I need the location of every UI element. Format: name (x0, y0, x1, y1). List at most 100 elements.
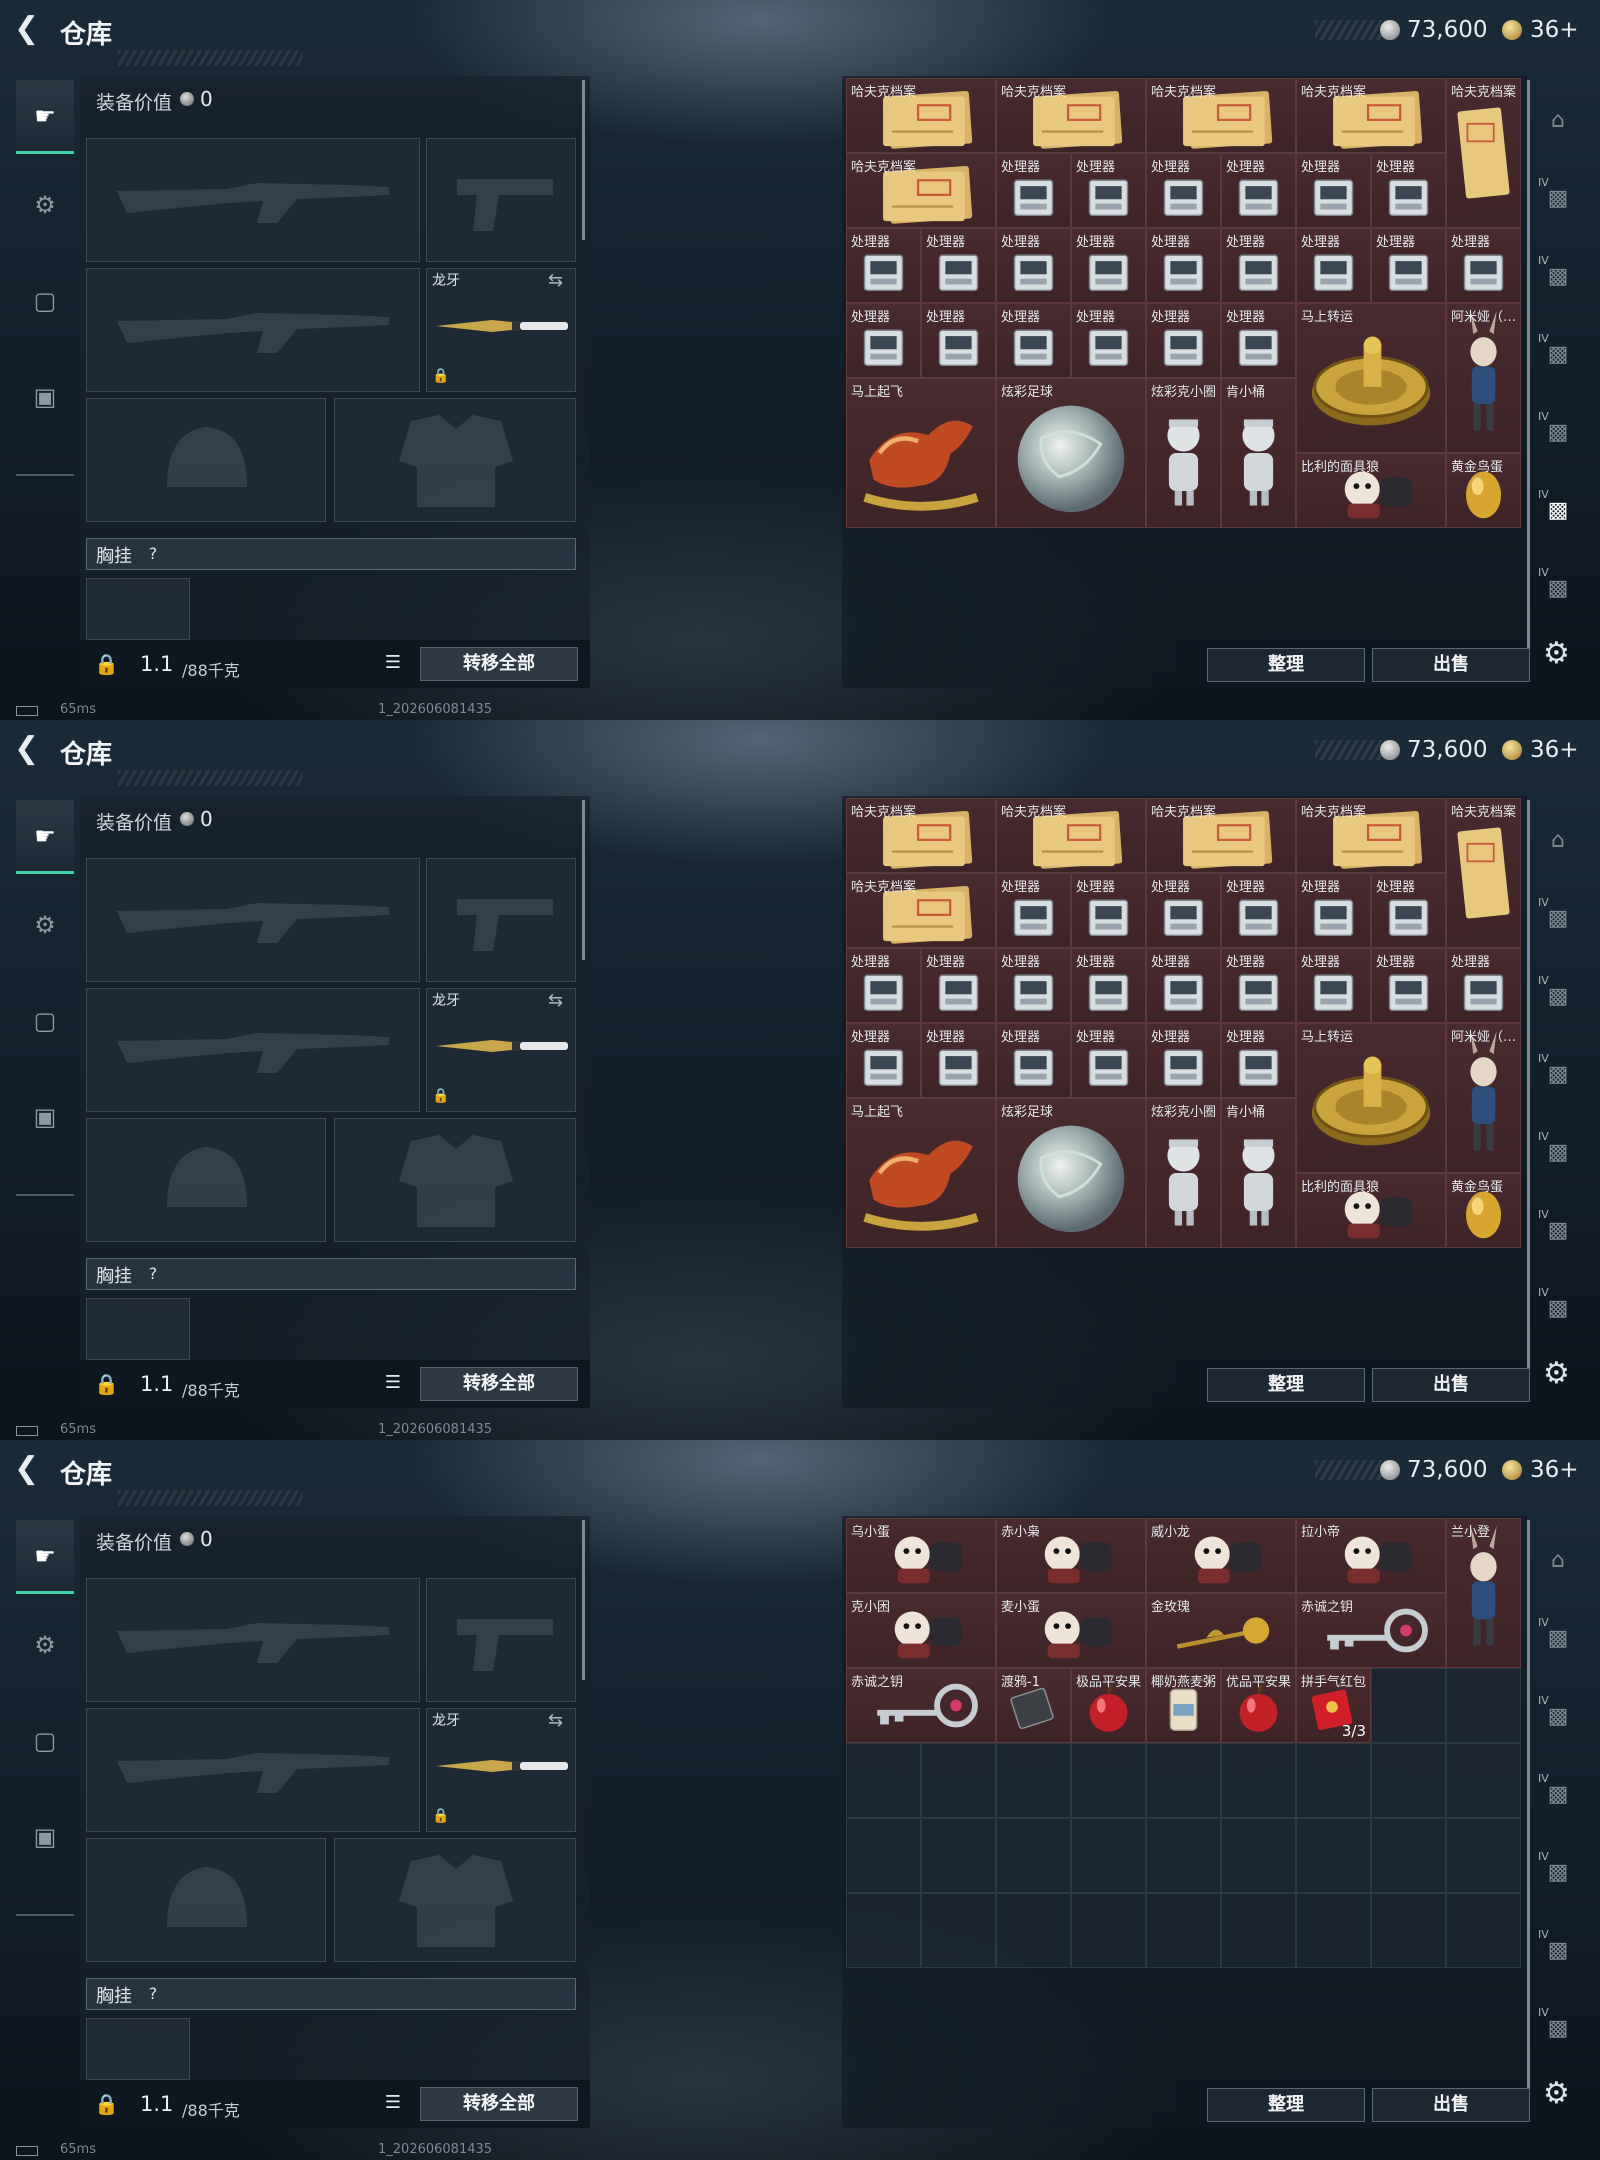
list-icon[interactable]: ☰ (380, 2092, 406, 2116)
helmet-slot[interactable] (86, 1838, 326, 1962)
inventory-item[interactable]: 处理器 (1146, 228, 1221, 303)
container-tab-3-icon[interactable]: IV ▩ (1536, 1052, 1580, 1096)
inventory-item[interactable]: 处理器 (996, 873, 1071, 948)
inventory-item[interactable]: 处理器 (1146, 948, 1221, 1023)
grid-cell[interactable] (921, 1818, 996, 1893)
pistol-slot[interactable] (426, 1578, 576, 1702)
grid-cell[interactable] (921, 1893, 996, 1968)
inventory-item[interactable]: 哈夫克档案 (846, 78, 996, 153)
container-tab-2-icon[interactable]: IV ▩ (1536, 254, 1580, 298)
inventory-item[interactable]: 处理器 (1371, 228, 1446, 303)
back-icon[interactable]: ❮ (14, 1454, 39, 1484)
inventory-item[interactable]: 渡鸦-1 (996, 1668, 1071, 1743)
inventory-item[interactable]: 处理器 (846, 228, 921, 303)
secondary-weapon-slot[interactable] (86, 1708, 420, 1832)
settings-gear-icon[interactable]: ⚙ (1543, 636, 1570, 671)
loadout-scrollbar[interactable] (582, 80, 585, 240)
container-tab-6-icon[interactable]: IV ▩ (1536, 566, 1580, 610)
inventory-item[interactable]: 哈夫克档案 (1146, 78, 1296, 153)
gold-balance[interactable]: 36+ (1530, 737, 1579, 763)
silver-balance[interactable]: 73,600 (1407, 1457, 1487, 1483)
inventory-item[interactable]: 哈夫克档案 (1146, 798, 1296, 873)
gold-balance[interactable]: 36+ (1530, 1457, 1579, 1483)
inventory-item[interactable]: 处理器 (1371, 153, 1446, 228)
inventory-item[interactable]: 处理器 (1146, 303, 1221, 378)
grid-cell[interactable] (1371, 1893, 1446, 1968)
weapon-tab-icon[interactable]: ☛ (16, 1520, 74, 1594)
inventory-item[interactable]: 处理器 (921, 303, 996, 378)
help-icon[interactable]: ? (142, 544, 164, 566)
inventory-item[interactable]: 处理器 (1146, 1023, 1221, 1098)
inventory-item[interactable]: 处理器 (1221, 1023, 1296, 1098)
container-tab-3-icon[interactable]: IV ▩ (1536, 1772, 1580, 1816)
inventory-item[interactable]: 处理器 (1071, 228, 1146, 303)
inventory-item[interactable]: 处理器 (1146, 153, 1221, 228)
inventory-item[interactable]: 处理器 (1371, 873, 1446, 948)
inventory-item[interactable]: 处理器 (1296, 948, 1371, 1023)
swap-icon[interactable]: ⇆ (548, 990, 563, 1011)
container-tab-6-icon[interactable]: IV ▩ (1536, 2006, 1580, 2050)
inventory-item[interactable]: 哈夫克档案 (1446, 78, 1521, 228)
secondary-weapon-slot[interactable] (86, 268, 420, 392)
container-tab-4-icon[interactable]: IV ▩ (1536, 410, 1580, 454)
list-icon[interactable]: ☰ (380, 1372, 406, 1396)
grid-cell[interactable] (1446, 1743, 1521, 1818)
inventory-item[interactable]: 阿米娅（… (1446, 303, 1521, 453)
grid-cell[interactable] (1296, 1818, 1371, 1893)
inventory-item[interactable]: 处理器 (996, 228, 1071, 303)
pistol-slot[interactable] (426, 138, 576, 262)
help-icon[interactable]: ? (142, 1984, 164, 2006)
case-tab-icon[interactable]: ▣ (16, 1800, 74, 1874)
grid-cell[interactable] (996, 1893, 1071, 1968)
helmet-tab-icon[interactable]: ⚙ (16, 1608, 74, 1682)
inventory-item[interactable]: 炫彩克小圈 (1146, 378, 1221, 528)
inventory-item[interactable]: 处理器 (1296, 873, 1371, 948)
inventory-item[interactable]: 拉小帝 (1296, 1518, 1446, 1593)
pistol-slot[interactable] (426, 858, 576, 982)
inventory-item[interactable]: 黄金鸟蛋 (1446, 1173, 1521, 1248)
inventory-item[interactable]: 处理器 (996, 948, 1071, 1023)
grid-cell[interactable] (996, 1743, 1071, 1818)
inventory-item[interactable]: 处理器 (1221, 873, 1296, 948)
inventory-item[interactable]: 处理器 (1221, 948, 1296, 1023)
settings-gear-icon[interactable]: ⚙ (1543, 1356, 1570, 1391)
container-tab-3-icon[interactable]: IV ▩ (1536, 332, 1580, 376)
inventory-item[interactable]: 处理器 (1221, 228, 1296, 303)
inventory-item[interactable]: 哈夫克档案 (846, 873, 996, 948)
inventory-item[interactable]: 阿米娅（… (1446, 1023, 1521, 1173)
container-tab-6-icon[interactable]: IV ▩ (1536, 1286, 1580, 1330)
inventory-item[interactable]: 马上起飞 (846, 378, 996, 528)
inventory-item[interactable]: 肯小桶 (1221, 1098, 1296, 1248)
container-tab-4-icon[interactable]: IV ▩ (1536, 1850, 1580, 1894)
grid-cell[interactable] (921, 1743, 996, 1818)
grid-cell[interactable] (846, 1818, 921, 1893)
armor-tab-icon[interactable]: ▢ (16, 264, 74, 338)
warehouse-scrollbar[interactable] (1527, 80, 1530, 680)
helmet-tab-icon[interactable]: ⚙ (16, 888, 74, 962)
grid-cell[interactable] (1146, 1818, 1221, 1893)
container-tab-2-icon[interactable]: IV ▩ (1536, 974, 1580, 1018)
armor-tab-icon[interactable]: ▢ (16, 1704, 74, 1778)
gold-balance[interactable]: 36+ (1530, 17, 1579, 43)
sell-button[interactable]: 出售 (1372, 648, 1530, 682)
inventory-item[interactable]: 处理器 (921, 1023, 996, 1098)
inventory-item[interactable]: 处理器 (921, 228, 996, 303)
inventory-item[interactable]: 处理器 (1071, 873, 1146, 948)
inventory-item[interactable]: 椰奶燕麦粥 (1146, 1668, 1221, 1743)
inventory-item[interactable]: 处理器 (1071, 303, 1146, 378)
transfer-all-button[interactable]: 转移全部 (420, 1367, 578, 1401)
grid-cell[interactable] (1446, 1818, 1521, 1893)
grid-cell[interactable] (1446, 1668, 1521, 1743)
inventory-item[interactable]: 比利的面具狼 (1296, 1173, 1446, 1248)
sort-button[interactable]: 整理 (1207, 1368, 1365, 1402)
chest-rig-slot[interactable] (86, 578, 190, 640)
inventory-item[interactable]: 哈夫克档案 (996, 78, 1146, 153)
grid-cell[interactable] (1221, 1818, 1296, 1893)
grid-cell[interactable] (1296, 1743, 1371, 1818)
settings-gear-icon[interactable]: ⚙ (1543, 2076, 1570, 2111)
inventory-item[interactable]: 肯小桶 (1221, 378, 1296, 528)
back-icon[interactable]: ❮ (14, 14, 39, 44)
grid-cell[interactable] (1446, 1893, 1521, 1968)
inventory-item[interactable]: 赤诚之钥 (846, 1668, 996, 1743)
inventory-item[interactable]: 处理器 (1071, 1023, 1146, 1098)
